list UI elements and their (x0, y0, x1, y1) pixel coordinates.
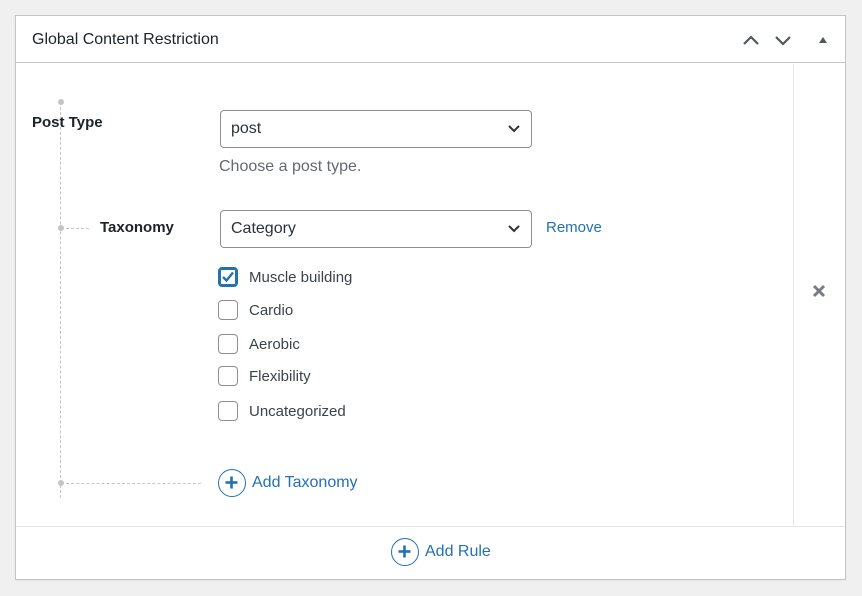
post-type-hint: Choose a post type. (219, 158, 362, 175)
term-checkbox-row[interactable]: Flexibility (218, 365, 311, 387)
tree-dot (58, 99, 64, 105)
tree-branch-line (61, 483, 201, 484)
rule-actions-column (793, 64, 845, 526)
term-checkbox[interactable] (218, 366, 238, 386)
tree-vertical-line (60, 102, 61, 498)
move-up-button[interactable] (740, 30, 762, 50)
term-checkbox[interactable] (218, 334, 238, 354)
post-type-select[interactable]: post (220, 110, 532, 148)
term-checkbox-row[interactable]: Uncategorized (218, 400, 346, 422)
term-checkbox[interactable] (218, 267, 238, 287)
triangle-up-icon (819, 37, 827, 43)
rule-body: Post Type post Choose a post type. Taxon… (16, 64, 793, 526)
taxonomy-select-value: Category (231, 220, 296, 237)
term-checkbox[interactable] (218, 401, 238, 421)
term-label: Aerobic (249, 335, 300, 353)
tree-dot (58, 480, 64, 486)
term-label: Muscle building (249, 268, 353, 286)
taxonomy-select[interactable]: Category (220, 210, 532, 248)
checkmark-icon (222, 271, 234, 283)
term-checkbox-row[interactable]: Cardio (218, 299, 293, 321)
chevron-down-icon (775, 36, 791, 46)
panel-title: Global Content Restriction (32, 31, 219, 48)
post-type-select-value: post (231, 120, 262, 137)
chevron-down-icon (508, 125, 520, 133)
panel-footer: Add Rule (16, 526, 845, 579)
tree-dot (58, 225, 64, 231)
chevron-up-icon (743, 35, 759, 45)
post-type-label: Post Type (32, 114, 103, 131)
add-taxonomy-button[interactable]: Add Taxonomy (218, 469, 358, 497)
add-rule-label: Add Rule (425, 543, 491, 560)
close-icon (812, 284, 826, 298)
plus-circle-icon (391, 538, 419, 566)
global-content-restriction-panel: Global Content Restriction Post Type pos… (15, 15, 846, 580)
move-down-button[interactable] (772, 30, 794, 50)
remove-rule-button[interactable] (812, 284, 826, 303)
tree-branch-line (61, 228, 89, 229)
term-label: Cardio (249, 301, 294, 319)
add-taxonomy-label: Add Taxonomy (252, 474, 358, 491)
term-label: Uncategorized (249, 402, 346, 420)
taxonomy-label: Taxonomy (100, 219, 174, 236)
chevron-down-icon (508, 225, 520, 233)
term-label: Flexibility (249, 367, 311, 385)
toggle-panel-button[interactable] (812, 30, 834, 50)
term-checkbox-row[interactable]: Muscle building (218, 266, 352, 288)
add-rule-button[interactable]: Add Rule (391, 538, 491, 566)
panel-header: Global Content Restriction (16, 16, 845, 63)
term-checkbox[interactable] (218, 300, 238, 320)
plus-circle-icon (218, 469, 246, 497)
remove-taxonomy-link[interactable]: Remove (546, 219, 602, 236)
term-checkbox-row[interactable]: Aerobic (218, 333, 300, 355)
